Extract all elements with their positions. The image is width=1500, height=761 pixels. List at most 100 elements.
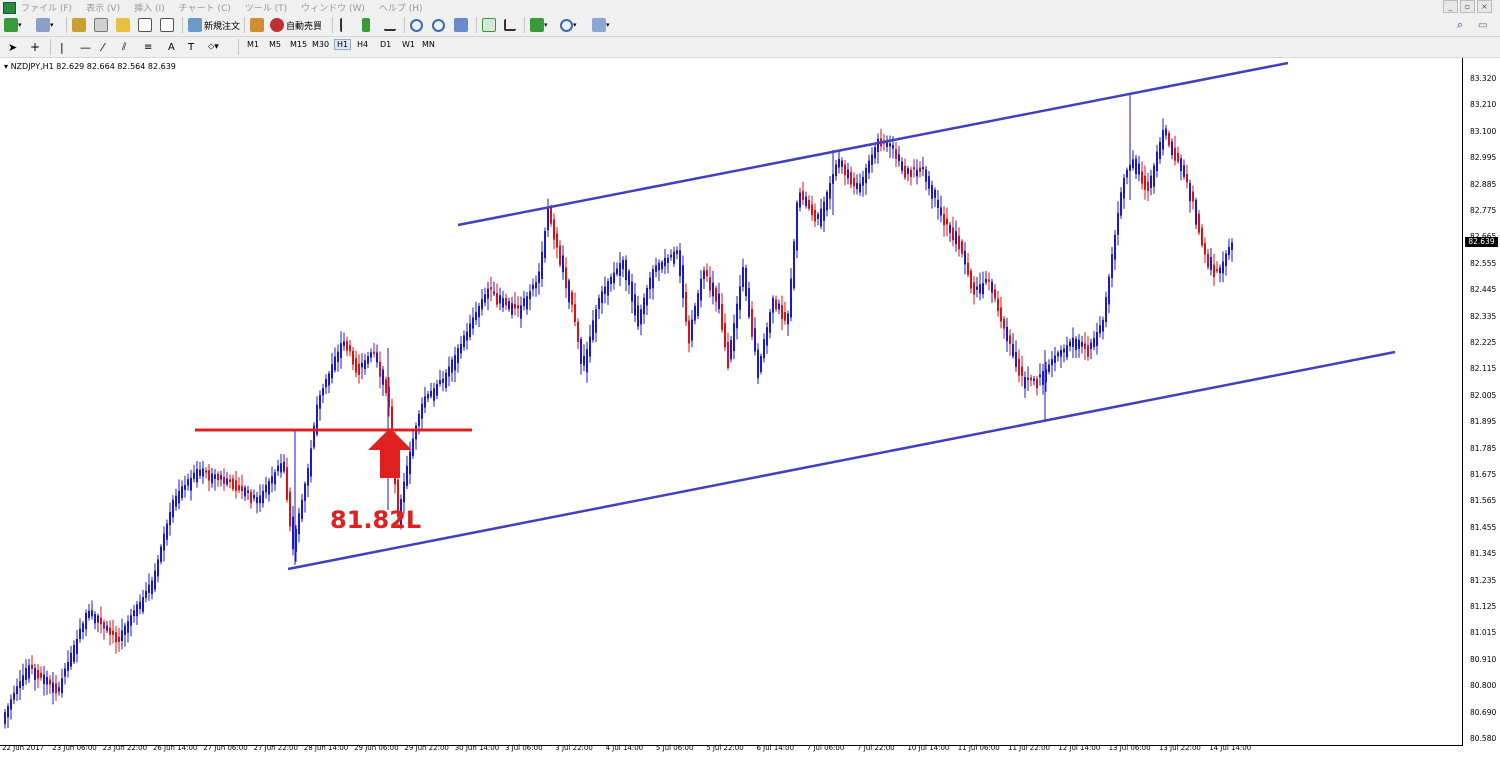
menu-window[interactable]: ウィンドウ (W) bbox=[301, 1, 365, 14]
candle-body bbox=[748, 288, 750, 317]
candle-body bbox=[742, 267, 744, 287]
timeframe-mn[interactable]: MN bbox=[422, 40, 435, 49]
toolbar-separator bbox=[332, 17, 333, 33]
new-order-button[interactable]: 新規注文 bbox=[188, 17, 240, 33]
zoom-out-button[interactable] bbox=[432, 17, 445, 33]
candle-body bbox=[286, 467, 288, 500]
crosshair-button[interactable]: + bbox=[30, 39, 40, 55]
timeframe-w1[interactable]: W1 bbox=[402, 40, 415, 49]
date-label: 11 Jul 06:00 bbox=[957, 744, 1000, 752]
metaeditor-button[interactable] bbox=[250, 17, 264, 33]
date-label: 23 Jun 22:00 bbox=[102, 744, 148, 752]
tester-button[interactable] bbox=[160, 17, 174, 33]
menu-insert[interactable]: 挿入 (I) bbox=[134, 1, 165, 14]
market-watch-button[interactable] bbox=[72, 17, 86, 33]
candle-body bbox=[1204, 243, 1206, 255]
candle-body bbox=[511, 303, 513, 315]
new-chart-button[interactable]: ▾ bbox=[4, 17, 22, 33]
horizontal-line-button[interactable]: — bbox=[80, 39, 91, 55]
cursor-button[interactable]: ➤ bbox=[8, 39, 17, 55]
text-button[interactable]: A bbox=[168, 39, 175, 55]
candle-body bbox=[202, 468, 204, 477]
data-window-button[interactable] bbox=[94, 17, 108, 33]
candle-body bbox=[85, 612, 87, 630]
line-chart-button[interactable] bbox=[384, 17, 396, 33]
timeframe-m15[interactable]: M15 bbox=[290, 40, 307, 49]
timeframe-h4[interactable]: H4 bbox=[357, 40, 368, 49]
candle-body bbox=[193, 472, 195, 480]
candle-body bbox=[802, 190, 804, 200]
candle-body bbox=[250, 491, 252, 504]
timeframe-m1[interactable]: M1 bbox=[247, 40, 259, 49]
candle-body bbox=[67, 662, 69, 671]
timeframe-d1[interactable]: D1 bbox=[380, 40, 391, 49]
bar-chart-button[interactable] bbox=[340, 17, 352, 33]
candle-body bbox=[784, 311, 786, 321]
candle-body bbox=[169, 511, 171, 526]
lower-channel-line[interactable] bbox=[287, 350, 1396, 571]
timeframe-h1[interactable]: H1 bbox=[334, 39, 352, 50]
price-chart[interactable] bbox=[0, 58, 1462, 746]
toolbar-separator bbox=[66, 17, 67, 33]
candle-body bbox=[517, 305, 519, 309]
candle-body bbox=[358, 363, 360, 375]
candle-body bbox=[1093, 337, 1095, 348]
candle-body bbox=[37, 670, 39, 679]
minimize-icon[interactable]: _ bbox=[1443, 0, 1458, 13]
menu-view[interactable]: 表示 (V) bbox=[86, 1, 120, 14]
text-label-button[interactable]: T bbox=[188, 39, 194, 55]
candle-body bbox=[1165, 128, 1167, 136]
auto-trading-button[interactable]: 自動売買 bbox=[270, 17, 322, 33]
candle-body bbox=[187, 479, 189, 486]
indicators-button[interactable]: ▾ bbox=[530, 17, 548, 33]
date-label: 12 Jul 14:00 bbox=[1058, 744, 1101, 752]
shapes-button[interactable]: ⬦▾ bbox=[208, 39, 219, 55]
candle-body bbox=[1168, 133, 1170, 146]
autoscroll-button[interactable] bbox=[482, 17, 496, 33]
fibonacci-button[interactable]: ≡ bbox=[144, 39, 152, 55]
restore-icon[interactable]: ▫ bbox=[1460, 0, 1475, 13]
date-label: 27 Jun 22:00 bbox=[253, 744, 298, 752]
candle-body bbox=[7, 705, 9, 718]
candle-body bbox=[172, 499, 174, 518]
candle-body bbox=[778, 303, 780, 310]
candlestick-button[interactable] bbox=[362, 17, 370, 33]
candle-body bbox=[175, 495, 177, 507]
chart-shift-button[interactable] bbox=[504, 17, 516, 33]
periods-button[interactable]: ▾ bbox=[560, 17, 577, 33]
candle-body bbox=[346, 340, 348, 351]
candle-body bbox=[1096, 331, 1098, 347]
timeframe-m30[interactable]: M30 bbox=[312, 40, 329, 49]
channel-button[interactable]: ⫽ bbox=[122, 39, 126, 55]
menu-tools[interactable]: ツール (T) bbox=[245, 1, 287, 14]
candle-body bbox=[1051, 359, 1053, 366]
candle-body bbox=[10, 699, 12, 710]
vertical-line-button[interactable]: | bbox=[60, 39, 64, 55]
chat-button[interactable]: ▭ bbox=[1478, 17, 1487, 33]
candle-body bbox=[736, 303, 738, 329]
chat-icon: ▭ bbox=[1478, 19, 1488, 31]
candle-body bbox=[1159, 141, 1161, 160]
candle-body bbox=[331, 364, 333, 379]
candle-body bbox=[793, 241, 795, 289]
search-button[interactable]: ⌕ bbox=[1457, 17, 1463, 33]
menu-file[interactable]: ファイル (F) bbox=[21, 1, 72, 14]
candle-body bbox=[688, 320, 690, 344]
tile-windows-button[interactable] bbox=[454, 17, 468, 33]
candle-body bbox=[463, 335, 465, 348]
timeframe-m5[interactable]: M5 bbox=[269, 40, 281, 49]
navigator-button[interactable] bbox=[116, 17, 130, 33]
menu-help[interactable]: ヘルプ (H) bbox=[379, 1, 423, 14]
menu-chart[interactable]: チャート (C) bbox=[179, 1, 231, 14]
profiles-button[interactable]: ▾ bbox=[36, 17, 54, 33]
candle-body bbox=[988, 279, 990, 282]
terminal-button[interactable] bbox=[138, 17, 152, 33]
templates-button[interactable]: ▾ bbox=[592, 17, 610, 33]
trendline-button[interactable]: ⁄ bbox=[102, 39, 104, 55]
menu-list: ファイル (F) 表示 (V) 挿入 (I) チャート (C) ツール (T) … bbox=[21, 1, 437, 14]
candle-body bbox=[4, 712, 6, 725]
close-icon[interactable]: × bbox=[1477, 0, 1492, 13]
candle-body bbox=[211, 473, 213, 484]
zoom-in-button[interactable] bbox=[410, 17, 423, 33]
candle-body bbox=[664, 257, 666, 267]
